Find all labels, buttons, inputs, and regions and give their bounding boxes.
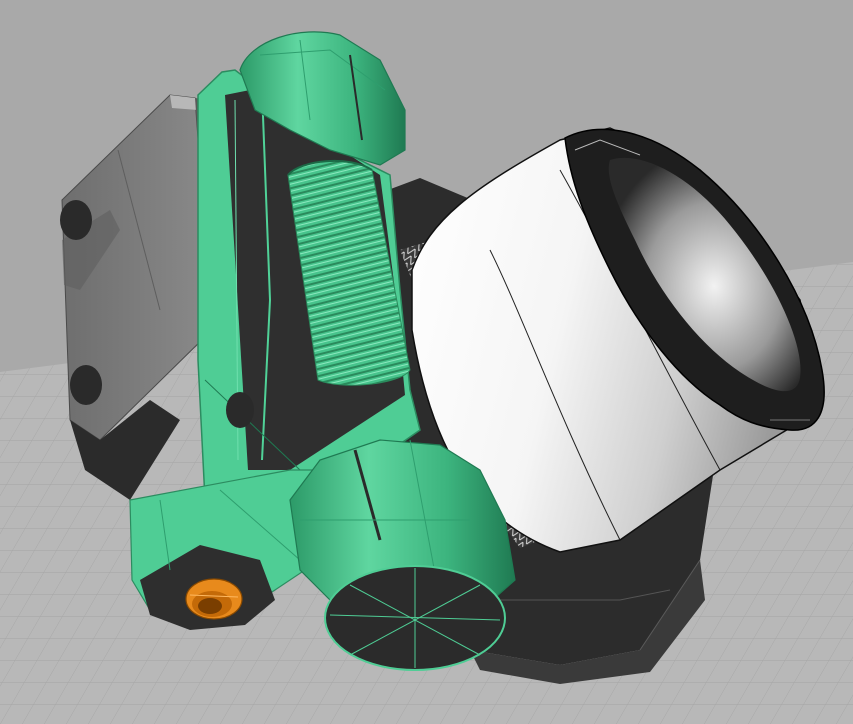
- cad-viewport[interactable]: [0, 0, 853, 724]
- set-screw[interactable]: [185, 578, 243, 620]
- block-hole-upper: [60, 200, 92, 240]
- block-hole-lower: [70, 365, 102, 405]
- frame-hole-lower: [226, 392, 254, 428]
